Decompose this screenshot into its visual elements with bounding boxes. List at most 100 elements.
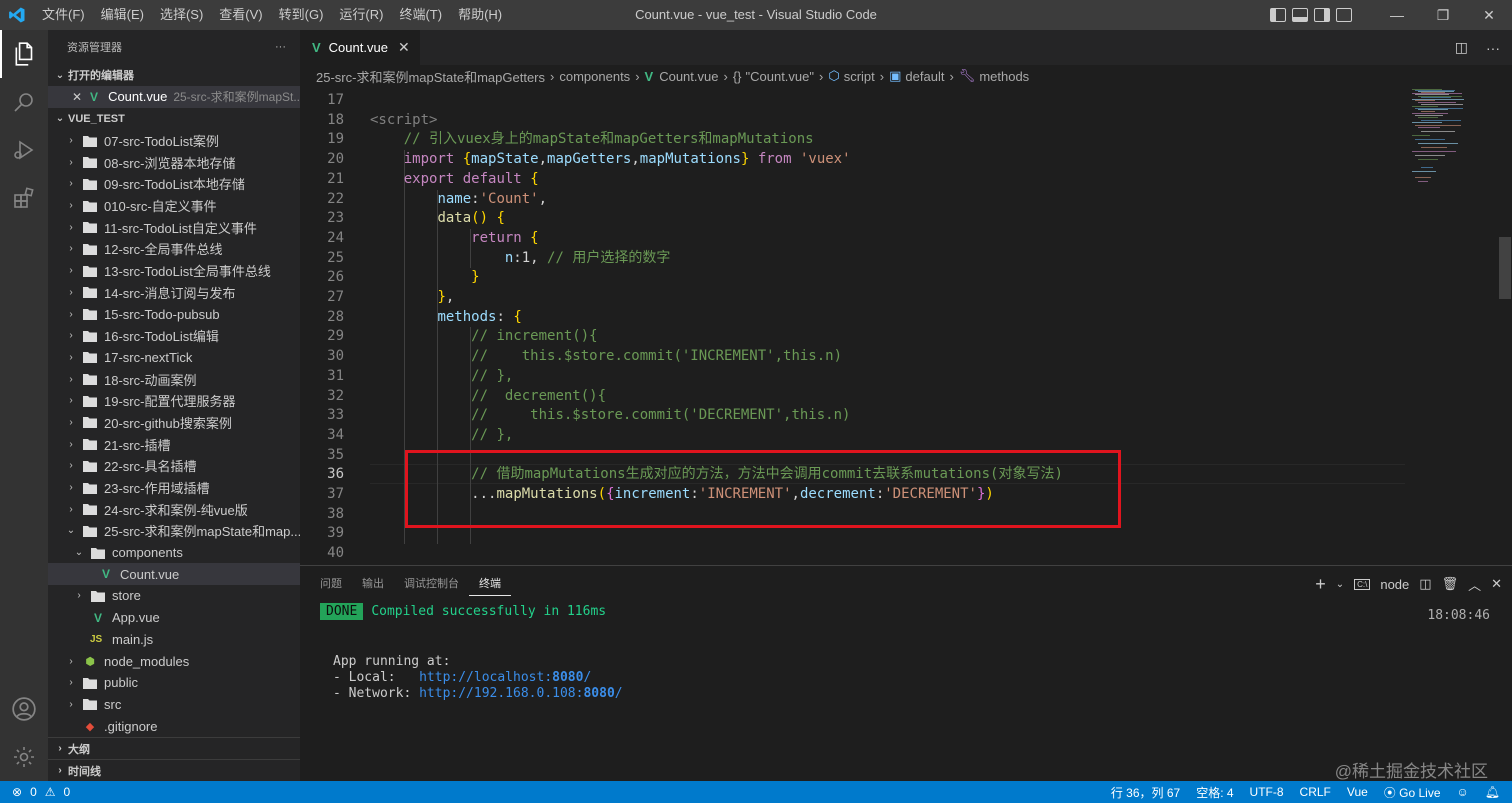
menu-view[interactable]: 查看(V) bbox=[211, 0, 270, 30]
chevron-right-icon: › bbox=[550, 68, 555, 84]
trash-icon[interactable]: 🗑︎ bbox=[1442, 576, 1459, 592]
tree-folder[interactable]: › ⬢ node_modules bbox=[48, 650, 300, 672]
tree-folder[interactable]: › 16-src-TodoList编辑 bbox=[48, 325, 300, 347]
tab-problems[interactable]: 问题 bbox=[310, 566, 352, 602]
timeline-section[interactable]: › 时间线 bbox=[48, 759, 300, 781]
tree-folder[interactable]: › 13-src-TodoList全局事件总线 bbox=[48, 260, 300, 282]
chevron-down-icon[interactable]: ⌄ bbox=[1336, 579, 1344, 590]
breadcrumb-methods[interactable]: methods bbox=[979, 69, 1029, 84]
workspace-section[interactable]: ⌄ VUE_TEST bbox=[48, 108, 300, 130]
breadcrumb-scope[interactable]: "Count.vue" bbox=[746, 69, 815, 84]
maximize-panel-icon[interactable]: ︿ bbox=[1468, 575, 1481, 594]
terminal-output[interactable]: DONE Compiled successfully in 116ms bbox=[320, 603, 606, 620]
settings-gear-icon[interactable] bbox=[0, 733, 48, 781]
menu-edit[interactable]: 编辑(E) bbox=[93, 0, 152, 30]
tree-folder[interactable]: › 17-src-nextTick bbox=[48, 347, 300, 369]
tree-folder[interactable]: ⌄ components bbox=[48, 542, 300, 564]
breadcrumb-folder[interactable]: 25-src-求和案例mapState和mapGetters bbox=[316, 67, 545, 86]
tree-folder[interactable]: › 21-src-插槽 bbox=[48, 433, 300, 455]
network-url[interactable]: http://192.168.0.108: bbox=[419, 686, 583, 701]
tree-folder[interactable]: › 010-src-自定义事件 bbox=[48, 195, 300, 217]
terminal-time: 18:08:46 bbox=[1427, 608, 1490, 623]
close-editor-icon[interactable]: ✕ bbox=[72, 90, 82, 104]
breadcrumb-components[interactable]: components bbox=[559, 69, 630, 84]
editor-scrollbar[interactable] bbox=[1498, 87, 1512, 565]
language-mode[interactable]: Vue bbox=[1347, 785, 1368, 799]
problems-status[interactable]: ⊗ 0 ⚠︎ 0 bbox=[0, 785, 70, 799]
close-window-icon[interactable]: ✕ bbox=[1466, 0, 1512, 30]
tree-folder[interactable]: › 11-src-TodoList自定义事件 bbox=[48, 216, 300, 238]
tree-file[interactable]: V Count.vue bbox=[48, 563, 300, 586]
local-url[interactable]: http://localhost: bbox=[419, 670, 552, 685]
split-terminal-icon[interactable]: ◫ bbox=[1419, 576, 1431, 592]
breadcrumb-file[interactable]: Count.vue bbox=[659, 69, 718, 84]
more-actions-icon[interactable]: ··· bbox=[275, 41, 286, 53]
open-editors-section[interactable]: ⌄ 打开的编辑器 bbox=[48, 64, 300, 86]
tree-folder[interactable]: › 19-src-配置代理服务器 bbox=[48, 390, 300, 412]
tree-file[interactable]: ◆ .gitignore bbox=[48, 715, 300, 737]
tab-terminal[interactable]: 终端 bbox=[469, 566, 511, 596]
tree-folder[interactable]: › store bbox=[48, 585, 300, 607]
line-ending[interactable]: CRLF bbox=[1300, 785, 1331, 799]
tree-file[interactable]: V App.vue bbox=[48, 607, 300, 629]
tree-folder[interactable]: › src bbox=[48, 694, 300, 716]
local-url-tail[interactable]: / bbox=[583, 670, 591, 685]
tree-folder[interactable]: › 15-src-Todo-pubsub bbox=[48, 303, 300, 325]
tree-folder[interactable]: ⌄ 25-src-求和案例mapState和map... bbox=[48, 520, 300, 542]
menu-help[interactable]: 帮助(H) bbox=[450, 0, 510, 30]
tree-folder[interactable]: › 18-src-动画案例 bbox=[48, 368, 300, 390]
run-debug-icon[interactable] bbox=[0, 126, 48, 174]
account-icon[interactable] bbox=[0, 685, 48, 733]
outline-section[interactable]: › 大纲 bbox=[48, 737, 300, 759]
tree-folder[interactable]: › 24-src-求和案例-纯vue版 bbox=[48, 498, 300, 520]
more-actions-icon[interactable]: ··· bbox=[1486, 40, 1500, 56]
tree-folder[interactable]: › public bbox=[48, 672, 300, 694]
minimap[interactable] bbox=[1408, 87, 1498, 565]
toggle-panel-icon[interactable] bbox=[1292, 8, 1308, 22]
toggle-secondary-sidebar-icon[interactable] bbox=[1314, 8, 1330, 22]
tab-output[interactable]: 输出 bbox=[352, 566, 394, 602]
tree-folder[interactable]: › 08-src-浏览器本地存储 bbox=[48, 151, 300, 173]
menu-selection[interactable]: 选择(S) bbox=[152, 0, 211, 30]
tree-folder[interactable]: › 07-src-TodoList案例 bbox=[48, 130, 300, 152]
indentation[interactable]: 空格: 4 bbox=[1196, 784, 1233, 801]
network-url-tail[interactable]: / bbox=[615, 686, 623, 701]
breadcrumb-script[interactable]: script bbox=[844, 69, 875, 84]
menu-go[interactable]: 转到(G) bbox=[271, 0, 332, 30]
tree-file[interactable]: JS main.js bbox=[48, 629, 300, 651]
toggle-sidebar-icon[interactable] bbox=[1270, 8, 1286, 22]
menu-run[interactable]: 运行(R) bbox=[331, 0, 391, 30]
close-panel-icon[interactable]: ✕ bbox=[1491, 576, 1502, 592]
tree-folder[interactable]: › 23-src-作用域插槽 bbox=[48, 477, 300, 499]
restore-icon[interactable]: ❐ bbox=[1420, 0, 1466, 30]
split-editor-icon[interactable]: ◫ bbox=[1455, 39, 1468, 56]
cursor-position[interactable]: 行 36，列 67 bbox=[1111, 784, 1180, 801]
extensions-icon[interactable] bbox=[0, 174, 48, 222]
customize-layout-icon[interactable] bbox=[1336, 8, 1352, 22]
tree-folder[interactable]: › 14-src-消息订阅与发布 bbox=[48, 282, 300, 304]
tree-folder[interactable]: › 12-src-全局事件总线 bbox=[48, 238, 300, 260]
tab-count-vue[interactable]: V Count.vue ✕ bbox=[300, 30, 420, 65]
go-live-button[interactable]: ⦿ Go Live bbox=[1384, 784, 1441, 801]
tree-folder[interactable]: › 22-src-具名插槽 bbox=[48, 455, 300, 477]
tab-debug-console[interactable]: 调试控制台 bbox=[394, 566, 469, 602]
tree-folder[interactable]: › 20-src-github搜索案例 bbox=[48, 412, 300, 434]
menu-terminal[interactable]: 终端(T) bbox=[391, 0, 450, 30]
network-port[interactable]: 8080 bbox=[583, 686, 614, 701]
terminal-name[interactable]: node bbox=[1380, 577, 1409, 592]
open-editor-item[interactable]: ✕ V Count.vue 25-src-求和案例mapSt... bbox=[48, 86, 300, 108]
bell-icon[interactable]: 🔔︎ bbox=[1485, 785, 1500, 799]
tree-folder[interactable]: › 09-src-TodoList本地存储 bbox=[48, 173, 300, 195]
network-label: - Network: bbox=[333, 686, 420, 701]
encoding[interactable]: UTF-8 bbox=[1250, 785, 1284, 799]
minimize-icon[interactable]: — bbox=[1374, 0, 1420, 30]
explorer-icon[interactable] bbox=[0, 30, 48, 78]
breadcrumb-default[interactable]: default bbox=[905, 69, 944, 84]
scrollbar-thumb[interactable] bbox=[1499, 237, 1511, 299]
new-terminal-icon[interactable]: + bbox=[1315, 574, 1326, 595]
close-tab-icon[interactable]: ✕ bbox=[398, 39, 410, 56]
feedback-icon[interactable]: ☺ bbox=[1457, 785, 1469, 799]
local-port[interactable]: 8080 bbox=[552, 670, 583, 685]
search-icon[interactable] bbox=[0, 78, 48, 126]
menu-file[interactable]: 文件(F) bbox=[34, 0, 93, 30]
